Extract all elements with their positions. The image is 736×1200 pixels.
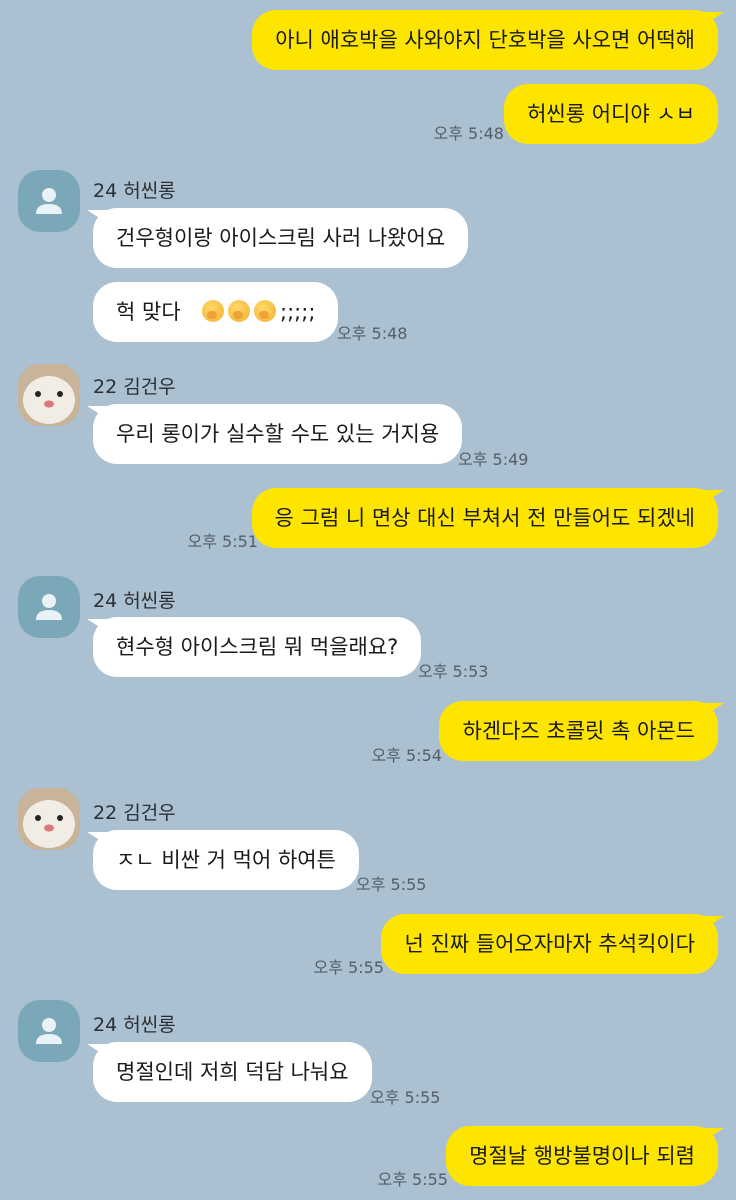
message-timestamp: 오후 5:51 [187,532,258,551]
message-timestamp: 오후 5:55 [313,958,384,977]
outgoing-message-bubble[interactable]: 응 그럼 니 면상 대신 부쳐서 전 만들어도 되겠네 [251,488,718,548]
message-text-suffix: ;;;;; [280,300,316,324]
sender-name: 24 허씬롱 [93,1014,176,1036]
incoming-message-bubble[interactable]: 현수형 아이스크림 뭐 먹을래요? [93,617,422,677]
message-text: 건우형이랑 아이스크림 사러 나왔어요 [116,226,446,250]
message-timestamp: 오후 5:48 [337,324,408,343]
message-text: 하겐다즈 초콜릿 촉 아몬드 [462,719,695,743]
face-with-hand-over-mouth-emoji [254,300,277,322]
message-timestamp: 오후 5:48 [433,124,504,143]
sender-name: 22 김건우 [93,376,176,398]
message-text: 우리 롱이가 실수할 수도 있는 거지용 [116,422,440,446]
avatar[interactable] [18,170,80,232]
message-text: ㅈㄴ 비싼 거 먹어 하여튼 [116,848,336,872]
sender-name: 24 허씬롱 [93,590,176,612]
incoming-message-bubble[interactable]: ㅈㄴ 비싼 거 먹어 하여튼 [93,830,359,890]
message-text: 헉 맞다 [116,300,181,324]
hamster-avatar-icon [18,364,80,426]
message-timestamp: 오후 5:49 [458,450,529,469]
message-text: 응 그럼 니 면상 대신 부쳐서 전 만들어도 되겠네 [274,506,695,530]
message-timestamp: 오후 5:53 [418,662,489,681]
outgoing-message-bubble[interactable]: 하겐다즈 초콜릿 촉 아몬드 [439,701,718,761]
sender-name: 22 김건우 [93,802,176,824]
hamster-avatar-icon [18,788,80,850]
message-text: 명절인데 저희 덕담 나눠요 [116,1060,349,1084]
message-text: 명절날 행방불명이나 되렴 [469,1144,695,1168]
incoming-message-bubble[interactable]: 건우형이랑 아이스크림 사러 나왔어요 [93,208,469,268]
message-text: 넌 진짜 들어오자마자 추석킥이다 [404,932,695,956]
sender-name: 24 허씬롱 [93,180,176,202]
message-timestamp: 오후 5:55 [377,1170,448,1189]
face-with-hand-over-mouth-emoji [202,300,225,322]
message-timestamp: 오후 5:55 [370,1088,441,1107]
incoming-message-bubble[interactable]: 우리 롱이가 실수할 수도 있는 거지용 [93,404,463,464]
face-with-hand-over-mouth-emoji [228,300,251,322]
incoming-message-bubble[interactable]: 명절인데 저희 덕담 나눠요 [93,1042,372,1102]
message-text: 현수형 아이스크림 뭐 먹을래요? [116,635,399,659]
message-timestamp: 오후 5:55 [356,875,427,894]
outgoing-message-bubble[interactable]: 넌 진짜 들어오자마자 추석킥이다 [381,914,718,974]
outgoing-message-bubble[interactable]: 아니 애호박을 사와야지 단호박을 사오면 어떡해 [252,10,718,70]
message-text: 허씬롱 어디야 ㅅㅂ [527,102,695,126]
outgoing-message-bubble[interactable]: 명절날 행방불명이나 되렴 [446,1126,718,1186]
avatar[interactable] [18,1000,80,1062]
incoming-message-bubble[interactable]: 헉 맞다 ;;;;; [93,282,339,342]
default-profile-icon [36,594,62,620]
default-profile-icon [36,188,62,214]
default-profile-icon [36,1018,62,1044]
avatar[interactable] [18,364,80,426]
avatar[interactable] [18,788,80,850]
avatar[interactable] [18,576,80,638]
message-timestamp: 오후 5:54 [371,746,442,765]
message-text: 아니 애호박을 사와야지 단호박을 사오면 어떡해 [275,28,695,52]
outgoing-message-bubble[interactable]: 허씬롱 어디야 ㅅㅂ [504,84,718,144]
